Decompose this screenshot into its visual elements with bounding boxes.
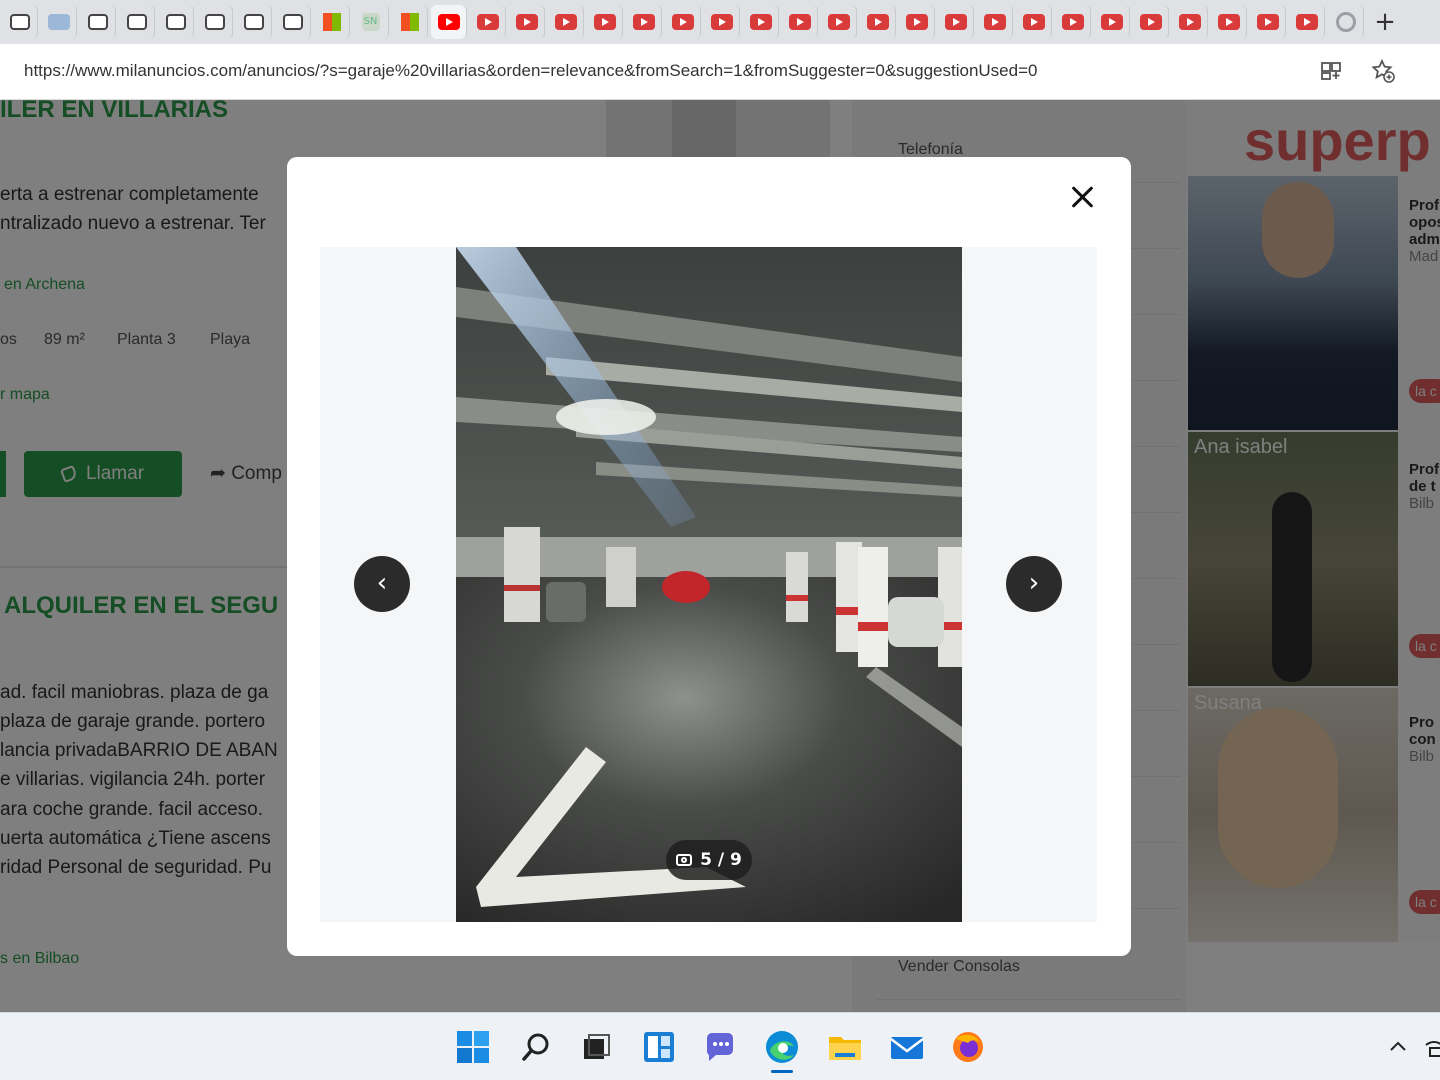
browser-tab[interactable] <box>1133 5 1169 39</box>
gallery-photo[interactable]: 5 / 9 <box>456 247 962 922</box>
microsoft-icon <box>322 13 341 31</box>
youtube-icon <box>749 14 772 30</box>
youtube-icon <box>866 14 889 30</box>
photo-gallery-modal: 5 / 9 ‹ › <box>287 157 1131 956</box>
youtube-icon <box>554 14 577 30</box>
browser-tab[interactable] <box>938 5 974 39</box>
widgets-icon[interactable] <box>639 1027 679 1067</box>
task-view-icon[interactable] <box>576 1027 616 1067</box>
milanuncios-icon <box>165 14 186 30</box>
browser-tab[interactable] <box>1211 5 1247 39</box>
youtube-icon <box>437 14 460 30</box>
tab-strip: SN + <box>0 0 1440 44</box>
browser-tab[interactable] <box>158 5 194 39</box>
active-app-indicator <box>771 1070 793 1073</box>
youtube-icon <box>983 14 1006 30</box>
browser-tab[interactable] <box>1250 5 1286 39</box>
new-tab-button[interactable]: + <box>1367 5 1403 39</box>
edge-icon[interactable] <box>762 1027 802 1067</box>
browser-tab[interactable]: SN <box>353 5 389 39</box>
browser-tab[interactable] <box>743 5 779 39</box>
browser-tab[interactable] <box>392 5 428 39</box>
browser-tab[interactable] <box>470 5 506 39</box>
milanuncios-icon <box>243 14 264 30</box>
chevron-up-icon[interactable] <box>1378 1027 1418 1067</box>
youtube-icon <box>1139 14 1162 30</box>
youtube-icon <box>905 14 928 30</box>
windows-taskbar <box>0 1012 1440 1080</box>
collections-icon[interactable] <box>1318 58 1344 84</box>
photo-counter: 5 / 9 <box>666 840 752 880</box>
gl-icon <box>47 14 70 30</box>
next-photo-button[interactable]: › <box>1006 556 1062 612</box>
browser-tab[interactable] <box>1289 5 1325 39</box>
file-explorer-icon[interactable] <box>825 1027 865 1067</box>
milanuncios-icon <box>204 14 225 30</box>
browser-tab[interactable] <box>899 5 935 39</box>
search-icon <box>9 14 30 30</box>
firefox-icon[interactable] <box>948 1027 988 1067</box>
favorites-star-icon[interactable] <box>1370 58 1396 84</box>
browser-tab[interactable] <box>860 5 896 39</box>
gallery-viewer: 5 / 9 ‹ › <box>320 247 1097 922</box>
youtube-icon <box>944 14 967 30</box>
browser-tab[interactable] <box>236 5 272 39</box>
youtube-icon <box>1256 14 1279 30</box>
youtube-icon <box>1022 14 1045 30</box>
browser-tab[interactable] <box>548 5 584 39</box>
url-field[interactable]: https://www.milanuncios.com/anuncios/?s=… <box>24 61 1037 81</box>
teams-chat-icon[interactable] <box>700 1027 740 1067</box>
mail-icon[interactable] <box>887 1027 927 1067</box>
youtube-icon <box>1061 14 1084 30</box>
youtube-icon <box>632 14 655 30</box>
close-button[interactable] <box>1066 181 1098 213</box>
microsoft-icon <box>400 13 419 31</box>
browser-tab[interactable] <box>314 5 350 39</box>
browser-tab[interactable] <box>275 5 311 39</box>
youtube-icon <box>1295 14 1318 30</box>
browser-tab[interactable] <box>197 5 233 39</box>
browser-tab[interactable] <box>977 5 1013 39</box>
youtube-icon <box>515 14 538 30</box>
youtube-icon <box>671 14 694 30</box>
youtube-icon <box>788 14 811 30</box>
browser-tab[interactable] <box>1055 5 1091 39</box>
youtube-icon <box>593 14 616 30</box>
browser-tab[interactable] <box>80 5 116 39</box>
search-icon[interactable] <box>516 1027 556 1067</box>
youtube-icon <box>1178 14 1201 30</box>
previous-photo-button[interactable]: ‹ <box>354 556 410 612</box>
browser-tab[interactable] <box>119 5 155 39</box>
camera-icon <box>676 854 693 866</box>
browser-tab[interactable] <box>782 5 818 39</box>
browser-tab[interactable] <box>821 5 857 39</box>
browser-tab[interactable] <box>1172 5 1208 39</box>
youtube-icon <box>827 14 850 30</box>
address-bar: https://www.milanuncios.com/anuncios/?s=… <box>0 44 1440 100</box>
browser-tab[interactable] <box>587 5 623 39</box>
browser-tab[interactable] <box>509 5 545 39</box>
browser-tab[interactable] <box>41 5 77 39</box>
google-icon <box>1335 12 1356 32</box>
chevron-right-icon: › <box>1028 568 1040 598</box>
milanuncios-icon <box>282 14 303 30</box>
chevron-left-icon: ‹ <box>376 568 388 598</box>
youtube-icon <box>1217 14 1240 30</box>
windows-start-icon[interactable] <box>453 1027 493 1067</box>
browser-tab[interactable] <box>1094 5 1130 39</box>
browser-tab[interactable] <box>626 5 662 39</box>
browser-tab[interactable] <box>1016 5 1052 39</box>
youtube-icon <box>476 14 499 30</box>
youtube-icon <box>1100 14 1123 30</box>
milanuncios-icon <box>126 14 147 30</box>
network-icon[interactable] <box>1414 1027 1440 1067</box>
sn-icon: SN <box>361 13 380 31</box>
milanuncios-icon <box>87 14 108 30</box>
browser-tab[interactable] <box>1328 5 1364 39</box>
browser-tab[interactable] <box>665 5 701 39</box>
youtube-icon <box>710 14 733 30</box>
browser-tab[interactable] <box>704 5 740 39</box>
browser-tab[interactable] <box>431 5 467 39</box>
browser-tab[interactable] <box>2 5 38 39</box>
